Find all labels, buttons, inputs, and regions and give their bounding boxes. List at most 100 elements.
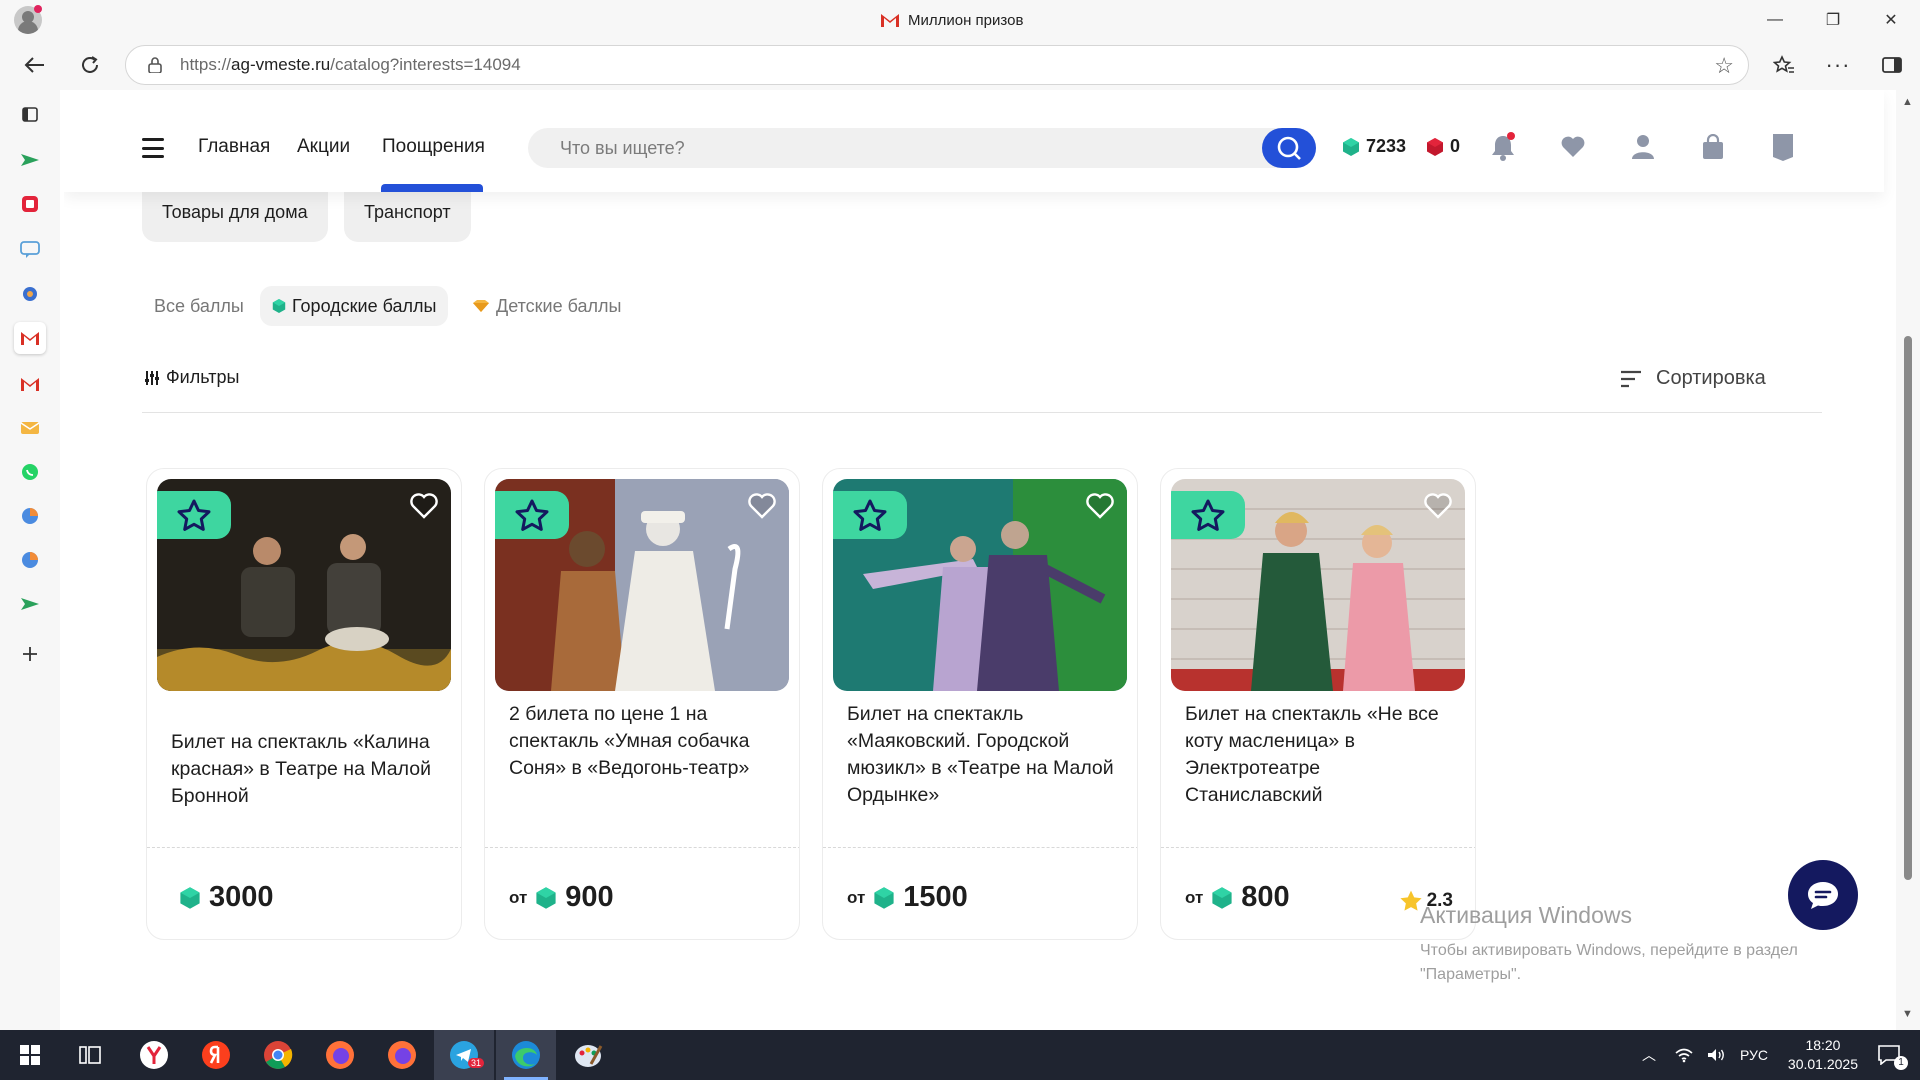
sidebar-gmail-active-icon[interactable]	[14, 322, 46, 354]
sidebar-pie-app-2-icon[interactable]	[14, 544, 46, 576]
search-input[interactable]: Что вы ищете?	[528, 128, 1316, 168]
close-button[interactable]: ✕	[1862, 0, 1920, 40]
taskbar-edge[interactable]	[496, 1030, 556, 1080]
wifi-icon[interactable]	[1674, 1047, 1694, 1063]
sidebar-gmail-icon[interactable]	[14, 368, 46, 400]
language-indicator[interactable]: РУС	[1740, 1047, 1768, 1063]
lock-icon[interactable]	[148, 57, 162, 74]
task-view-button[interactable]	[60, 1030, 120, 1080]
sidebar-mail-icon[interactable]	[14, 412, 46, 444]
sidebar-pie-app-icon[interactable]	[14, 500, 46, 532]
kids-points-counter[interactable]: 0	[1426, 136, 1460, 157]
sidebar-send-2-icon[interactable]	[14, 588, 46, 620]
page-scrollbar[interactable]: ▲ ▼	[1896, 90, 1920, 1030]
cart-button[interactable]	[1698, 132, 1728, 162]
url-path: /catalog?interests=14094	[330, 55, 521, 74]
tab-kids-points-label: Детские баллы	[496, 295, 622, 316]
product-image[interactable]	[157, 479, 451, 691]
product-image[interactable]	[1171, 479, 1465, 691]
favorite-star-icon[interactable]: ☆	[1714, 53, 1734, 79]
window-controls: — ❐ ✕	[1746, 0, 1920, 40]
back-button[interactable]	[16, 48, 52, 82]
filters-button[interactable]: Фильтры	[144, 367, 239, 388]
sort-button[interactable]: Сортировка	[1620, 367, 1766, 390]
favorites-header-button[interactable]	[1558, 132, 1588, 162]
url-scheme: https://	[180, 55, 232, 74]
menu-link-promos[interactable]: Акции	[297, 136, 350, 158]
browser-toolbar: https://ag-vmeste.ru/catalog?interests=1…	[0, 40, 1920, 90]
taskbar-firefox-2[interactable]	[372, 1030, 432, 1080]
card-separator	[1161, 847, 1475, 848]
scroll-down-arrow-icon[interactable]: ▼	[1902, 1008, 1913, 1020]
scroll-up-arrow-icon[interactable]: ▲	[1902, 96, 1913, 108]
card-price: 3000	[171, 881, 274, 914]
card-title[interactable]: Билет на спектакль «Не все коту маслениц…	[1185, 701, 1457, 809]
minimize-button[interactable]: —	[1746, 0, 1804, 40]
watermark-line-2: "Параметры".	[1420, 966, 1522, 983]
sort-lines-icon	[1621, 370, 1641, 387]
star-outline-icon	[853, 499, 887, 531]
start-button[interactable]	[0, 1030, 60, 1080]
product-card[interactable]: Билет на спектакль «Маяковский. Городско…	[822, 468, 1138, 940]
product-image[interactable]	[833, 479, 1127, 691]
tab-city-points[interactable]: Городские баллы	[260, 286, 449, 326]
taskbar-yandex[interactable]	[186, 1030, 246, 1080]
taskbar-yandex-browser[interactable]	[124, 1030, 184, 1080]
star-outline-icon	[1191, 499, 1225, 531]
favorites-button[interactable]	[1766, 48, 1802, 82]
tray-chevron-up-icon[interactable]: ︿	[1636, 1045, 1662, 1065]
sidebar-add-icon[interactable]	[14, 638, 46, 670]
sidebar-tabs-icon[interactable]	[14, 98, 46, 130]
search-button[interactable]	[1262, 128, 1316, 168]
sidebar-send-icon[interactable]	[14, 144, 46, 176]
notification-center-button[interactable]: 1	[1862, 1030, 1916, 1080]
sidebar-red-app-icon[interactable]	[14, 188, 46, 220]
product-card[interactable]: 2 билета по цене 1 на спектакль «Умная с…	[484, 468, 800, 940]
card-title[interactable]: Билет на спектакль «Маяковский. Городско…	[847, 701, 1119, 809]
card-heart-icon[interactable]	[1085, 491, 1115, 521]
city-points-gem-icon	[180, 886, 200, 909]
profile-button[interactable]	[1628, 132, 1658, 162]
product-card[interactable]: Билет на спектакль «Калина красная» в Те…	[146, 468, 462, 940]
tab-all-points[interactable]: Все баллы	[142, 286, 256, 326]
taskbar-chrome[interactable]	[248, 1030, 308, 1080]
firefox-icon	[388, 1041, 416, 1069]
card-heart-icon[interactable]	[1423, 491, 1453, 521]
card-price: от 800	[1185, 881, 1290, 914]
product-image[interactable]	[495, 479, 789, 691]
url-text[interactable]: https://ag-vmeste.ru/catalog?interests=1…	[180, 55, 521, 75]
notifications-button[interactable]	[1488, 132, 1518, 162]
burger-menu-icon[interactable]	[142, 138, 164, 158]
support-chat-button[interactable]	[1788, 860, 1858, 930]
card-heart-icon[interactable]	[747, 491, 777, 521]
more-menu-button[interactable]: ···	[1820, 48, 1856, 82]
taskbar-telegram[interactable]: 31	[434, 1030, 494, 1080]
city-points-gem-icon	[874, 886, 894, 909]
volume-icon[interactable]	[1706, 1047, 1726, 1063]
card-title[interactable]: Билет на спектакль «Калина красная» в Те…	[171, 729, 443, 810]
favorites-list-icon	[1773, 55, 1794, 73]
sidebar-copilot-icon[interactable]	[14, 278, 46, 310]
taskbar-paint[interactable]	[558, 1030, 618, 1080]
sidebar-whatsapp-icon[interactable]	[14, 456, 46, 488]
menu-link-rewards[interactable]: Поощрения	[382, 136, 485, 158]
bookmark-button[interactable]	[1768, 132, 1798, 162]
maximize-button[interactable]: ❐	[1804, 0, 1862, 40]
taskbar-clock[interactable]: 18:20 30.01.2025	[1788, 1036, 1858, 1074]
city-points-counter[interactable]: 7233	[1342, 136, 1406, 157]
menu-link-home[interactable]: Главная	[198, 136, 270, 158]
refresh-button[interactable]	[72, 48, 108, 82]
address-bar[interactable]: https://ag-vmeste.ru/catalog?interests=1…	[125, 45, 1749, 85]
scroll-thumb[interactable]	[1904, 336, 1912, 880]
product-card[interactable]: Билет на спектакль «Не все коту маслениц…	[1160, 468, 1476, 940]
filters-sliders-icon	[145, 370, 159, 385]
card-heart-icon[interactable]	[409, 491, 439, 521]
sidebar-chat-icon[interactable]	[14, 234, 46, 266]
chat-bubble-icon	[1808, 882, 1838, 909]
card-price: от 1500	[847, 881, 968, 914]
tab-kids-points[interactable]: Детские баллы	[460, 286, 633, 326]
sidebar-toggle-button[interactable]	[1874, 48, 1910, 82]
windows-taskbar: 31 ︿ РУС 18:20 30.01.2025 1	[0, 1030, 1920, 1080]
card-title[interactable]: 2 билета по цене 1 на спектакль «Умная с…	[509, 701, 781, 782]
taskbar-firefox[interactable]	[310, 1030, 370, 1080]
